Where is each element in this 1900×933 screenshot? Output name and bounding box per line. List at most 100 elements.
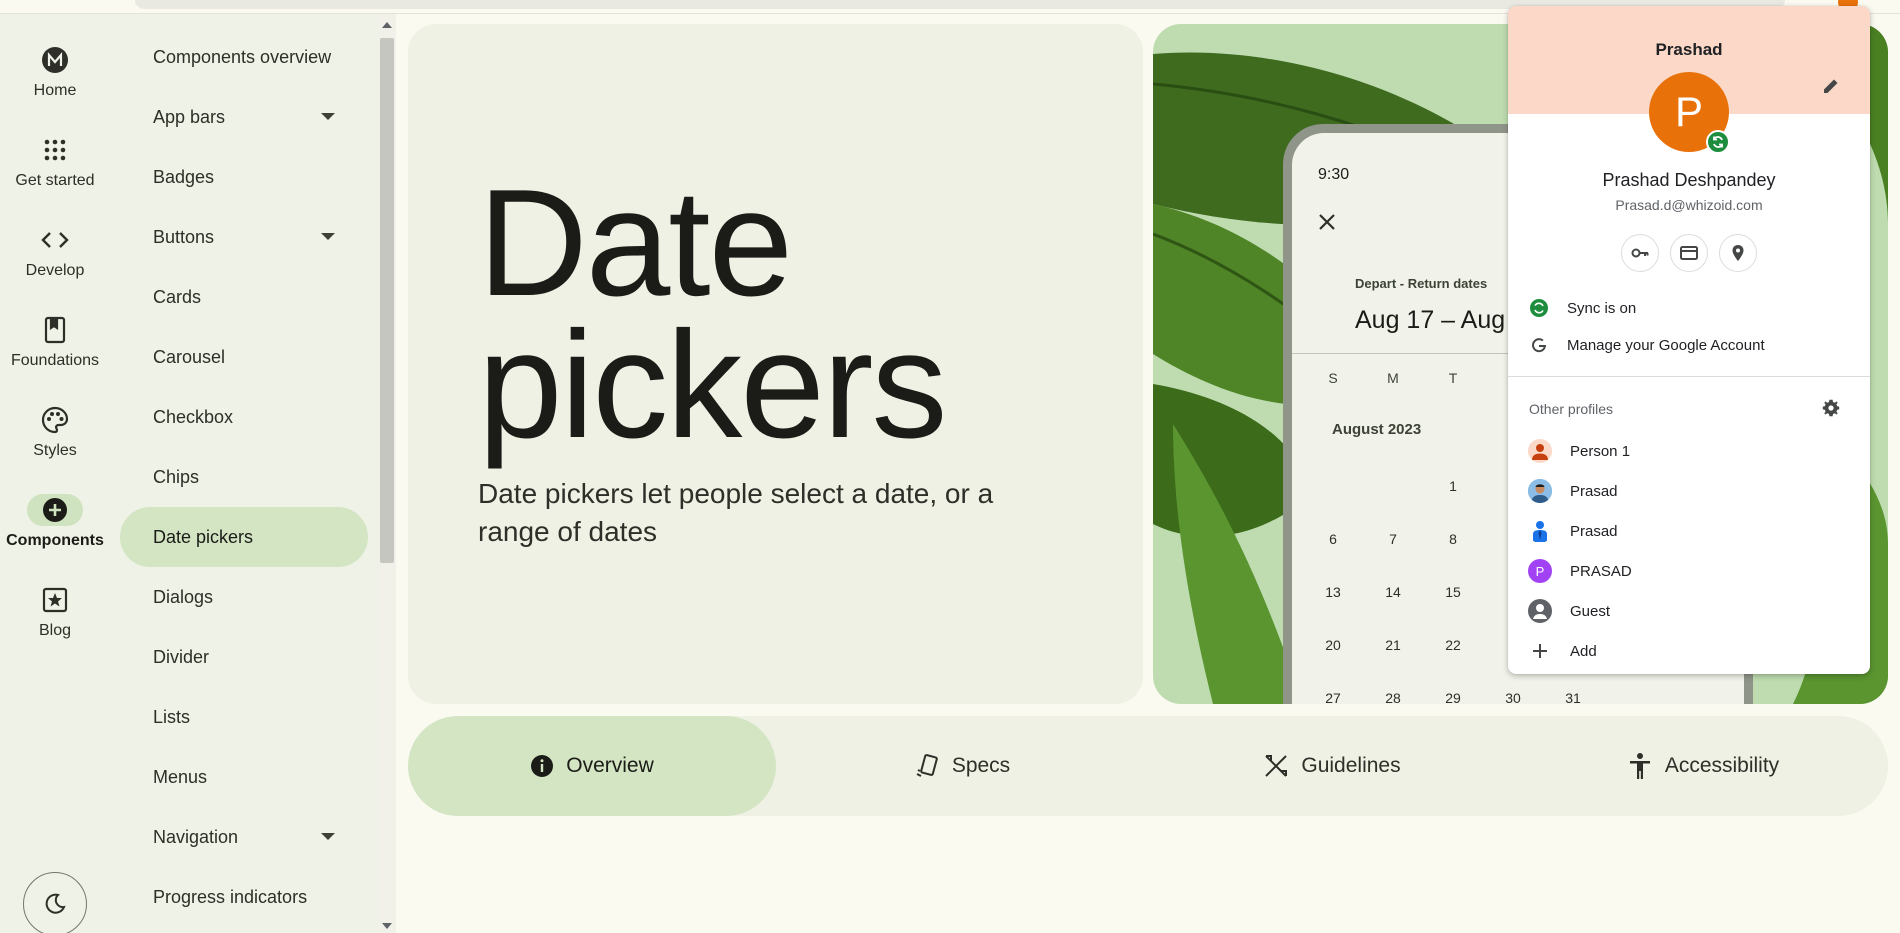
nav-item-buttons[interactable]: Buttons [120, 207, 368, 267]
nav-item-label: Menus [153, 766, 208, 787]
picker-range: Aug 17 – Aug [1355, 306, 1506, 334]
profile-full-name: Prashad Deshpandey [1602, 170, 1776, 190]
nav-item-divider[interactable]: Divider [120, 627, 368, 687]
info-icon [531, 755, 554, 777]
calendar-day[interactable]: 8 [1438, 531, 1468, 547]
calendar-day[interactable]: 13 [1318, 584, 1348, 600]
tab-label: Overview [566, 754, 654, 777]
rail-label: Home [33, 82, 77, 99]
payment-methods-button[interactable] [1670, 234, 1708, 272]
profile-email: Prasad.d@whizoid.com [1615, 197, 1763, 213]
calendar-day[interactable]: 7 [1378, 531, 1408, 547]
calendar-day[interactable]: 27 [1318, 690, 1348, 704]
nav-item-lists[interactable]: Lists [120, 687, 368, 747]
rail-item-home[interactable]: Home [0, 44, 110, 100]
specs-icon [916, 754, 938, 777]
key-icon [1631, 248, 1649, 258]
rail-item-components[interactable]: Components [0, 494, 110, 550]
page-title-line: Date [478, 158, 793, 328]
apps-grid-icon [27, 134, 83, 166]
scroll-down-arrow-icon[interactable] [382, 923, 392, 929]
nav-item-checkbox[interactable]: Checkbox [120, 387, 368, 447]
profile-item-prasad-photo[interactable]: Prasad [1508, 471, 1870, 511]
scroll-up-arrow-icon[interactable] [382, 22, 392, 28]
calendar-day[interactable]: 21 [1378, 637, 1408, 653]
moon-icon [45, 893, 66, 914]
nav-item-chips[interactable]: Chips [120, 447, 368, 507]
weekday-label: T [1448, 370, 1458, 386]
sync-status-row[interactable]: Sync is on [1508, 289, 1870, 327]
rail-label: Foundations [10, 352, 100, 369]
location-pin-icon [1732, 245, 1744, 261]
profile-item-person-1[interactable]: Person 1 [1508, 431, 1870, 471]
nav-item-label: Cards [153, 286, 202, 307]
nav-item-label: Badges [153, 166, 215, 187]
calendar-day[interactable]: 30 [1498, 690, 1528, 704]
nav-item-date-pickers[interactable]: Date pickers [120, 507, 368, 567]
nav-item-label: Navigation [153, 826, 239, 847]
nav-item-app-bars[interactable]: App bars [120, 87, 368, 147]
profile-name: Person 1 [1570, 442, 1631, 460]
tab-accessibility[interactable]: Accessibility [1518, 716, 1888, 816]
nav-item-carousel[interactable]: Carousel [120, 327, 368, 387]
card-icon [1680, 246, 1698, 260]
profile-item-guest[interactable]: Guest [1508, 591, 1870, 631]
nav-item-menus[interactable]: Menus [120, 747, 368, 807]
code-icon [27, 224, 83, 256]
addresses-button[interactable] [1719, 234, 1757, 272]
weekday-label: S [1328, 370, 1338, 386]
tab-guidelines[interactable]: Guidelines [1148, 716, 1516, 816]
calendar-day[interactable]: 14 [1378, 584, 1408, 600]
profile-name: Prasad [1570, 522, 1618, 540]
tab-overview[interactable]: Overview [408, 716, 776, 816]
nav-item-badges[interactable]: Badges [120, 147, 368, 207]
nav-item-dialogs[interactable]: Dialogs [120, 567, 368, 627]
calendar-day[interactable]: 28 [1378, 690, 1408, 704]
plus-icon [1528, 639, 1552, 663]
profile-name: PRASAD [1570, 562, 1632, 580]
gear-icon[interactable] [1822, 399, 1840, 422]
calendar-day[interactable]: 31 [1558, 690, 1588, 704]
nav-item-progress-indicators[interactable]: Progress indicators [120, 867, 368, 927]
add-profile-button[interactable]: Add [1508, 631, 1870, 671]
profile-item-prasad-letter[interactable]: P PRASAD [1508, 551, 1870, 591]
nav-item-cards[interactable]: Cards [120, 267, 368, 327]
rail-item-develop[interactable]: Develop [0, 224, 110, 280]
business-person-avatar-icon [1528, 519, 1552, 543]
nav-item-label: Chips [153, 466, 200, 487]
rail-item-foundations[interactable]: Foundations [0, 314, 110, 370]
calendar-day[interactable]: 1 [1438, 478, 1468, 494]
material-logo-icon [27, 44, 83, 76]
edit-pencil-icon[interactable] [1822, 77, 1840, 100]
chevron-down-icon[interactable] [321, 233, 335, 240]
hero-text-card: Date pickers Date pickers let people sel… [408, 24, 1143, 704]
profile-item-prasad-business[interactable]: Prasad [1508, 511, 1870, 551]
list-scrollbar-thumb[interactable] [380, 38, 394, 563]
calendar-day[interactable]: 6 [1318, 531, 1348, 547]
calendar-day[interactable]: 15 [1438, 584, 1468, 600]
nav-item-navigation[interactable]: Navigation [120, 807, 368, 867]
navigation-rail: Home Get started Develop Foundations Sty… [0, 14, 110, 933]
rail-item-get-started[interactable]: Get started [0, 134, 110, 190]
profile-popup: Prashad P Prashad Deshpandey Prasad.d@wh… [1508, 6, 1870, 674]
tab-specs[interactable]: Specs [778, 716, 1146, 816]
passwords-button[interactable] [1621, 234, 1659, 272]
calendar-day[interactable]: 22 [1438, 637, 1468, 653]
weekday-label: M [1387, 370, 1399, 386]
nav-item-label: Checkbox [153, 406, 234, 427]
theme-toggle-button[interactable] [23, 872, 87, 933]
rail-item-blog[interactable]: Blog [0, 584, 110, 640]
book-icon [27, 314, 83, 346]
profile-name: Add [1570, 642, 1597, 660]
page-subtitle: Date pickers let people select a date, o… [478, 478, 994, 547]
chevron-down-icon[interactable] [321, 833, 335, 840]
person-avatar-icon [1528, 439, 1552, 463]
calendar-day[interactable]: 20 [1318, 637, 1348, 653]
manage-account-row[interactable]: Manage your Google Account [1508, 326, 1870, 364]
chevron-down-icon[interactable] [321, 113, 335, 120]
rail-label: Develop [25, 262, 85, 279]
nav-item-label: Dialogs [153, 586, 214, 607]
calendar-day[interactable]: 29 [1438, 690, 1468, 704]
rail-item-styles[interactable]: Styles [0, 404, 110, 460]
nav-item-components-overview[interactable]: Components overview [120, 27, 368, 87]
